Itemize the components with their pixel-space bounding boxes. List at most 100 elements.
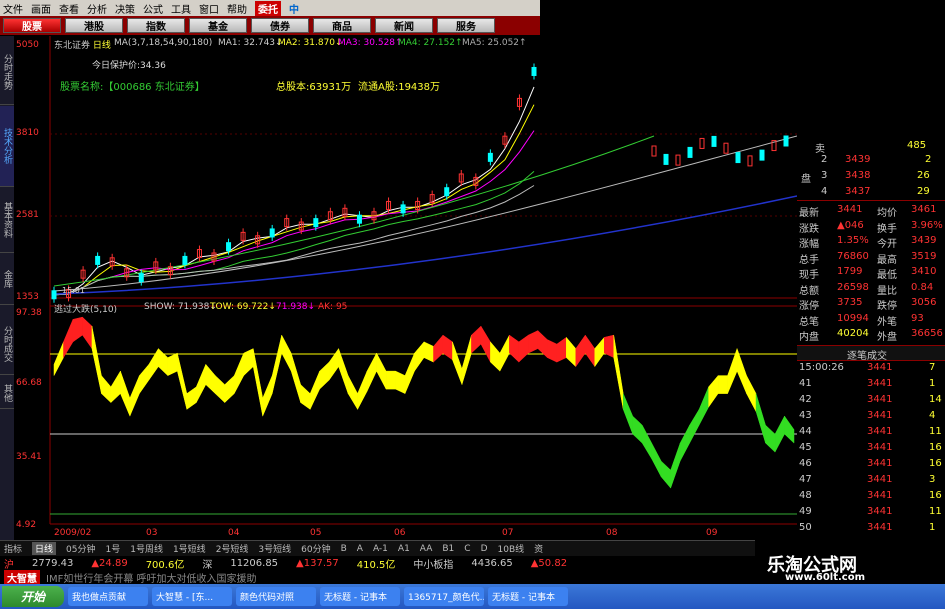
news-text[interactable]: IMF如世行年会开幕 呼吁加大对低收入国家援助 [46,570,257,585]
menu-window[interactable]: 窗口 [199,1,219,16]
tick-time: 48 [799,490,812,501]
quote-stat-label: 外笔 [877,316,897,328]
period-1-weekly[interactable]: 1号周线 [130,542,163,555]
menu-tools[interactable]: 工具 [171,1,191,16]
candle-body [783,135,789,147]
smb-index-value: 4436.65 [471,557,513,569]
tab-vault[interactable]: 金库 [0,254,14,305]
candle-body [699,137,705,149]
tab-other[interactable]: 其他 [0,378,14,409]
ma-params: MA(3,7,18,54,90,180) [114,38,213,48]
period-a1[interactable]: A1 [398,544,410,554]
indicator-segment [547,339,558,363]
period-2-short[interactable]: 2号短线 [216,542,249,555]
nav-bond[interactable]: 债券 [251,18,309,33]
tab-tick-trades[interactable]: 分时成交 [0,314,14,375]
book-level: 3 [821,170,828,181]
price-tick: 2581 [16,210,39,220]
nav-fund[interactable]: 基金 [189,18,247,33]
taskbar-item[interactable]: 无标题 - 记事本 [488,587,568,606]
period-c[interactable]: C [464,544,470,554]
ma-line [53,130,535,296]
tab-intraday[interactable]: 分时走势 [0,40,14,105]
nav-service[interactable]: 服务 [437,18,495,33]
indicator-segment [566,336,577,368]
menu-file[interactable]: 文件 [3,1,23,16]
taskbar-item[interactable]: 大智慧 - [东... [152,587,232,606]
nav-commodity[interactable]: 商品 [313,18,371,33]
tick-volume: 1 [929,378,936,389]
indicator-segment [499,334,510,372]
period-indicator[interactable]: 指标 [4,542,22,555]
period-a-1[interactable]: A-1 [373,544,388,554]
trade-button[interactable]: 委托 [255,0,281,16]
date-label: 07 [502,528,514,538]
nav-stock[interactable]: 股票 [3,18,61,33]
indicator-segment [452,341,463,385]
tick-time: 15:00:26 [799,362,844,373]
menu-view[interactable]: 查看 [59,1,79,16]
date-label: 2009/02 [54,528,92,538]
chart-area[interactable]: 东北证券 日线 MA(3,7,18,54,90,180) MA1: 32.743… [14,36,797,540]
quote-stat-value: 3461 [911,204,937,215]
period-1[interactable]: 1号 [105,542,120,555]
indicator-segment [309,370,320,410]
period-5min[interactable]: 05分钟 [66,542,95,555]
taskbar-item[interactable]: 我也做点贡献 [68,587,148,606]
period-60min[interactable]: 60分钟 [301,542,330,555]
period-10b[interactable]: 10B线 [498,542,525,555]
tick-price: 3441 [867,362,893,373]
period-aa[interactable]: AA [420,544,433,554]
period-b[interactable]: B [341,544,347,554]
smb-index-label[interactable]: 中小板指 [413,556,453,571]
taskbar-item[interactable]: 1365717_颜色代... [404,587,484,606]
book-level: 卖 [815,144,825,155]
menu-help[interactable]: 帮助 [227,1,247,16]
quote-stat-value: ▲046 [837,219,864,231]
indicator-segment [300,384,311,410]
indicator-segment [177,353,188,410]
tick-trade-row: 45 3441 16 [797,442,945,458]
nav-hk-stock[interactable]: 港股 [65,18,123,33]
menu-decision[interactable]: 决策 [115,1,135,16]
quote-stat-value: 3519 [911,250,937,262]
indicator-segment [252,348,263,417]
book-level: 4 [821,186,828,197]
tick-volume: 16 [929,442,942,453]
tick-trades-header[interactable]: 逐笔成交 [797,345,945,362]
period-b1[interactable]: B1 [442,544,454,554]
start-button[interactable]: 开始 [2,586,64,607]
sh-index-value: 2779.43 [32,557,74,569]
period-1-short[interactable]: 1号短线 [173,542,206,555]
period-a[interactable]: A [357,544,363,554]
period-zi[interactable]: 资 [534,542,543,555]
period-d[interactable]: D [481,544,488,554]
tick-volume: 3 [929,474,936,485]
tick-price: 3441 [867,442,893,453]
date-label: 06 [394,528,406,538]
tab-fundamentals[interactable]: 基本资料 [0,188,14,253]
news-ticker: 大智慧 IMF如世行年会开幕 呼吁加大对低收入国家援助 [0,569,755,585]
period-daily[interactable]: 日线 [32,542,57,555]
period-3-short[interactable]: 3号短线 [258,542,291,555]
indicator-segment [433,334,444,363]
taskbar-item[interactable]: 颜色代码对照 [236,587,316,606]
sh-index-label[interactable]: 沪 [4,556,14,571]
menu-analysis[interactable]: 分析 [87,1,107,16]
indicator-tick: 97.38 [16,308,42,318]
taskbar-item[interactable]: 无标题 - 记事本 [320,587,400,606]
ma-line [53,104,535,296]
price-candles [51,63,789,303]
indicator-segment [698,386,709,426]
quote-stat-label: 量比 [877,285,897,297]
tab-technical[interactable]: 技术分析 [0,106,14,187]
menu-view-screen[interactable]: 画面 [31,1,51,16]
sz-index-label[interactable]: 深 [202,556,212,571]
quote-stat-value: 10994 [837,312,869,324]
nav-index[interactable]: 指数 [127,18,185,33]
menu-formula[interactable]: 公式 [143,1,163,16]
tick-price: 3441 [867,410,893,421]
nav-news[interactable]: 新闻 [375,18,433,33]
ma4-value: MA4: 27.152↑ [398,38,463,48]
candle-body [723,142,729,154]
